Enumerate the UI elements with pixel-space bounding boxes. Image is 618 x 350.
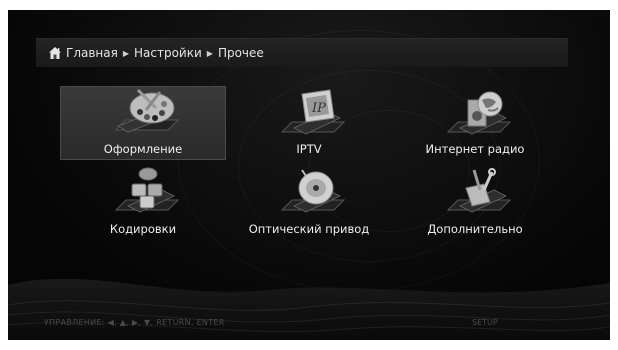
optical-drive-icon — [280, 169, 346, 213]
breadcrumb-arrow-icon: ▶ — [206, 48, 213, 58]
breadcrumb-settings[interactable]: Настройки — [134, 46, 202, 60]
setup-label: SETUP — [472, 318, 498, 327]
home-icon[interactable] — [48, 46, 62, 60]
tools-icon — [446, 168, 512, 213]
menu-item-optical-drive[interactable]: Оптический привод — [226, 166, 392, 240]
palette-icon — [114, 88, 180, 133]
encoding-icon — [114, 167, 180, 213]
breadcrumb-current: Прочее — [217, 46, 264, 60]
menu-item-additional[interactable]: Дополнительно — [392, 166, 558, 240]
menu-item-iptv[interactable]: IP IPTV — [226, 86, 392, 160]
breadcrumb-home[interactable]: Главная — [66, 46, 118, 60]
menu-item-label: Дополнительно — [427, 222, 523, 236]
breadcrumb-arrow-icon: ▶ — [122, 48, 129, 58]
menu-item-label: Интернет радио — [425, 142, 525, 156]
menu-item-label: IPTV — [296, 142, 322, 156]
breadcrumb: Главная ▶ Настройки ▶ Прочее — [48, 44, 264, 62]
menu-item-appearance[interactable]: Оформление — [60, 86, 226, 160]
menu-item-label: Оформление — [103, 142, 183, 156]
controls-hint: УПРАВЛЕНИЕ: ◀, ▲, ▶, ▼, RETURN, ENTER — [44, 318, 225, 327]
menu-item-label: Кодировки — [109, 222, 177, 236]
menu-item-encodings[interactable]: Кодировки — [60, 166, 226, 240]
menu-item-internet-radio[interactable]: Интернет радио — [392, 86, 558, 160]
menu-item-label: Оптический привод — [248, 222, 370, 236]
svg-text:IP: IP — [311, 101, 326, 116]
internet-radio-icon — [446, 91, 512, 135]
iptv-icon: IP — [280, 89, 346, 135]
